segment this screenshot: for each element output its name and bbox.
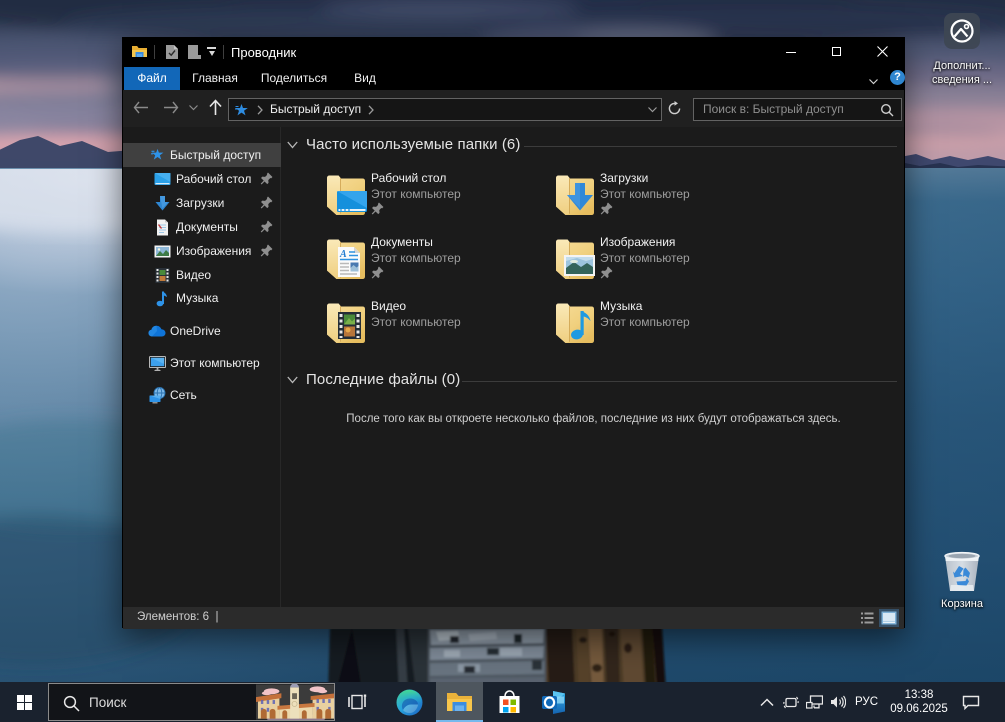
- svg-text:A: A: [339, 249, 347, 260]
